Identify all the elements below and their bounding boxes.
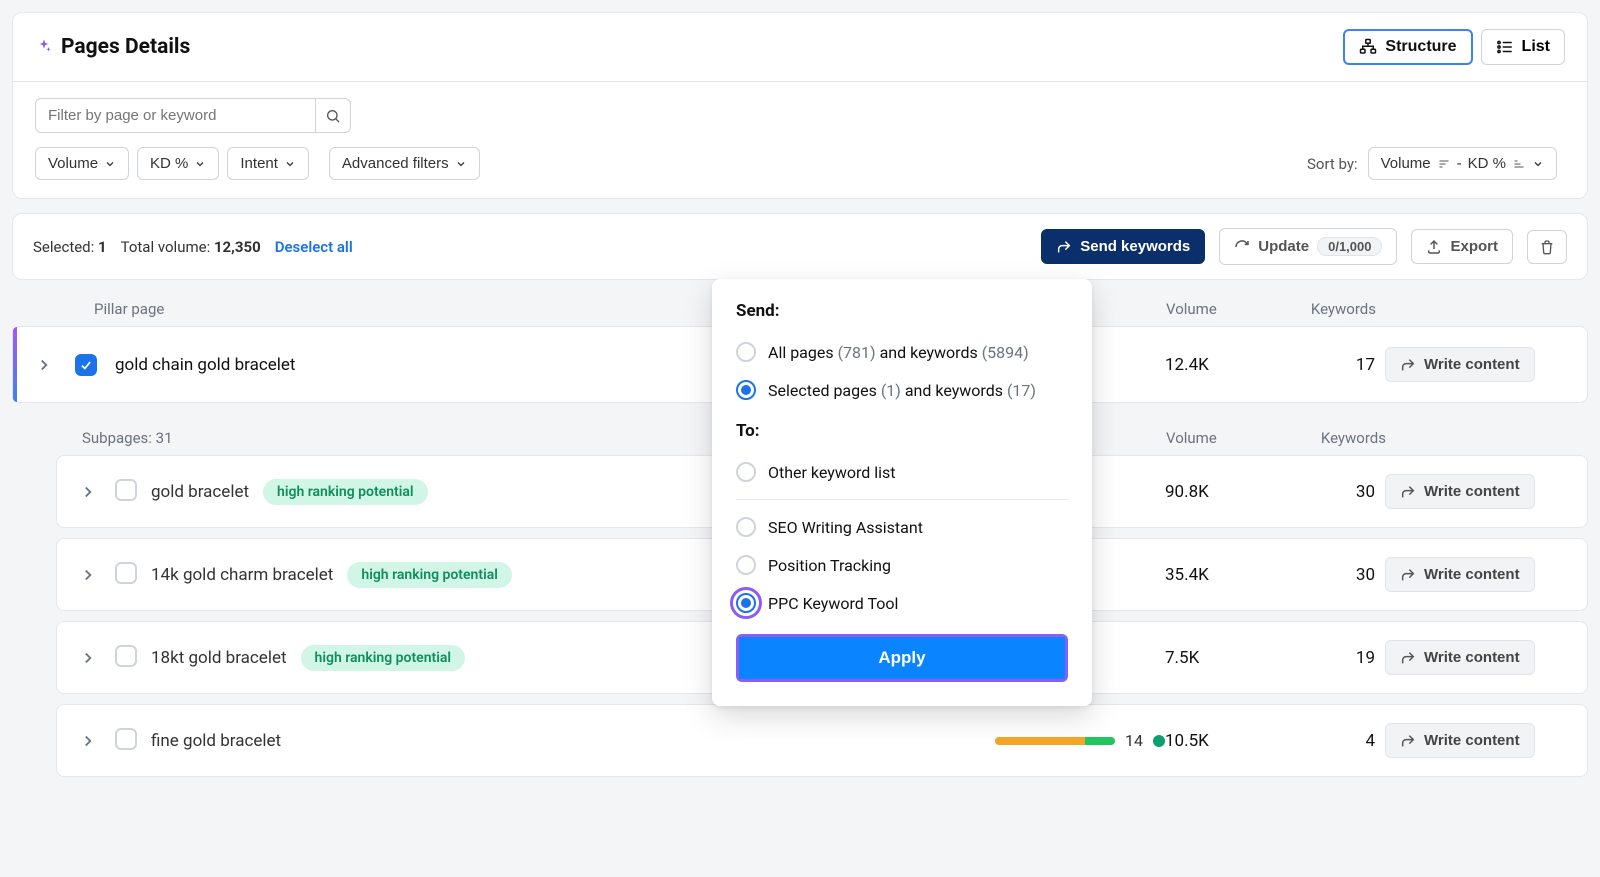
send-heading: Send: (736, 301, 1068, 321)
expand-icon[interactable] (79, 649, 97, 667)
sortby-label: Sort by: (1307, 155, 1358, 173)
filter-kd[interactable]: KD % (137, 147, 219, 180)
chevron-down-icon (194, 158, 206, 170)
chevron-down-icon (455, 158, 467, 170)
subpage-volume: 10.5K (1165, 731, 1275, 751)
filter-volume[interactable]: Volume (35, 147, 129, 180)
expand-icon[interactable] (79, 732, 97, 750)
send-option-all[interactable]: All pages (781) and keywords (5894) (736, 333, 1068, 371)
kd-cell: 14 (945, 731, 1165, 750)
potential-tag: high ranking potential (263, 479, 428, 505)
subpage-title: fine gold bracelet (151, 731, 945, 751)
row-checkbox[interactable] (75, 354, 97, 376)
pillar-keywords: 17 (1275, 355, 1385, 375)
write-content-button[interactable]: Write content (1385, 474, 1535, 509)
send-keywords-popover: Send: All pages (781) and keywords (5894… (712, 279, 1092, 706)
potential-tag: high ranking potential (347, 562, 512, 588)
filter-input[interactable] (35, 98, 315, 133)
send-keywords-button[interactable]: Send keywords (1041, 229, 1205, 264)
potential-tag: high ranking potential (301, 645, 466, 671)
subpage-volume: 7.5K (1165, 648, 1275, 668)
col-volume: Volume (1166, 300, 1276, 318)
view-list-button[interactable]: List (1481, 29, 1565, 65)
trash-icon (1539, 239, 1555, 255)
row-checkbox[interactable] (115, 479, 137, 501)
page-title: Pages Details (61, 35, 1343, 59)
view-structure-button[interactable]: Structure (1343, 29, 1472, 65)
selected-label: Selected: 1 (33, 238, 107, 256)
structure-icon (1359, 38, 1377, 56)
search-icon (325, 108, 341, 124)
share-icon (1400, 650, 1416, 666)
write-content-button[interactable]: Write content (1385, 723, 1535, 758)
to-option-other[interactable]: Other keyword list (736, 453, 1068, 491)
share-icon (1400, 357, 1416, 373)
row-checkbox[interactable] (115, 645, 137, 667)
col-keywords: Keywords (1276, 300, 1386, 318)
share-icon (1056, 239, 1072, 255)
subpage-keywords: 4 (1275, 731, 1385, 751)
share-icon (1400, 484, 1416, 500)
expand-icon[interactable] (79, 483, 97, 501)
subpage-keywords: 30 (1275, 565, 1385, 585)
to-option-swa[interactable]: SEO Writing Assistant (736, 508, 1068, 546)
to-option-pt[interactable]: Position Tracking (736, 546, 1068, 584)
delete-button[interactable] (1527, 230, 1567, 264)
write-content-button[interactable]: Write content (1385, 557, 1535, 592)
kd-dot-icon (1153, 735, 1165, 747)
pillar-volume: 12.4K (1165, 355, 1275, 375)
update-badge: 0/1,000 (1317, 237, 1382, 256)
chevron-down-icon (1532, 158, 1544, 170)
list-icon (1496, 38, 1514, 56)
refresh-icon (1234, 239, 1250, 255)
row-checkbox[interactable] (115, 562, 137, 584)
deselect-all-link[interactable]: Deselect all (275, 238, 353, 256)
expand-icon[interactable] (35, 356, 53, 374)
export-button[interactable]: Export (1411, 229, 1513, 264)
filter-intent[interactable]: Intent (227, 147, 309, 180)
export-icon (1426, 239, 1442, 255)
subpage-row: fine gold bracelet 14 10.5K 4 Write cont… (56, 704, 1588, 777)
sort-asc-icon (1512, 158, 1526, 170)
sort-desc-icon (1437, 158, 1451, 170)
share-icon (1400, 733, 1416, 749)
subpage-volume: 90.8K (1165, 482, 1275, 502)
selection-bar: Selected: 1 Total volume: 12,350 Deselec… (12, 213, 1588, 280)
filter-advanced[interactable]: Advanced filters (329, 147, 480, 180)
send-option-selected[interactable]: Selected pages (1) and keywords (17) (736, 371, 1068, 409)
chevron-down-icon (104, 158, 116, 170)
share-icon (1400, 567, 1416, 583)
subpage-keywords: 30 (1275, 482, 1385, 502)
subpage-volume: 35.4K (1165, 565, 1275, 585)
to-option-ppc[interactable]: PPC Keyword Tool (736, 584, 1068, 622)
to-heading: To: (736, 421, 1068, 441)
write-content-button[interactable]: Write content (1385, 640, 1535, 675)
sort-button[interactable]: Volume - KD % (1368, 147, 1557, 180)
write-content-button[interactable]: Write content (1385, 347, 1535, 382)
subpage-keywords: 19 (1275, 648, 1385, 668)
update-button[interactable]: Update 0/1,000 (1219, 228, 1397, 265)
search-button[interactable] (315, 98, 351, 133)
expand-icon[interactable] (79, 566, 97, 584)
row-checkbox[interactable] (115, 728, 137, 750)
chevron-down-icon (284, 158, 296, 170)
apply-button[interactable]: Apply (739, 637, 1065, 679)
sparkle-icon (35, 38, 53, 56)
total-volume-label: Total volume: 12,350 (121, 238, 261, 256)
